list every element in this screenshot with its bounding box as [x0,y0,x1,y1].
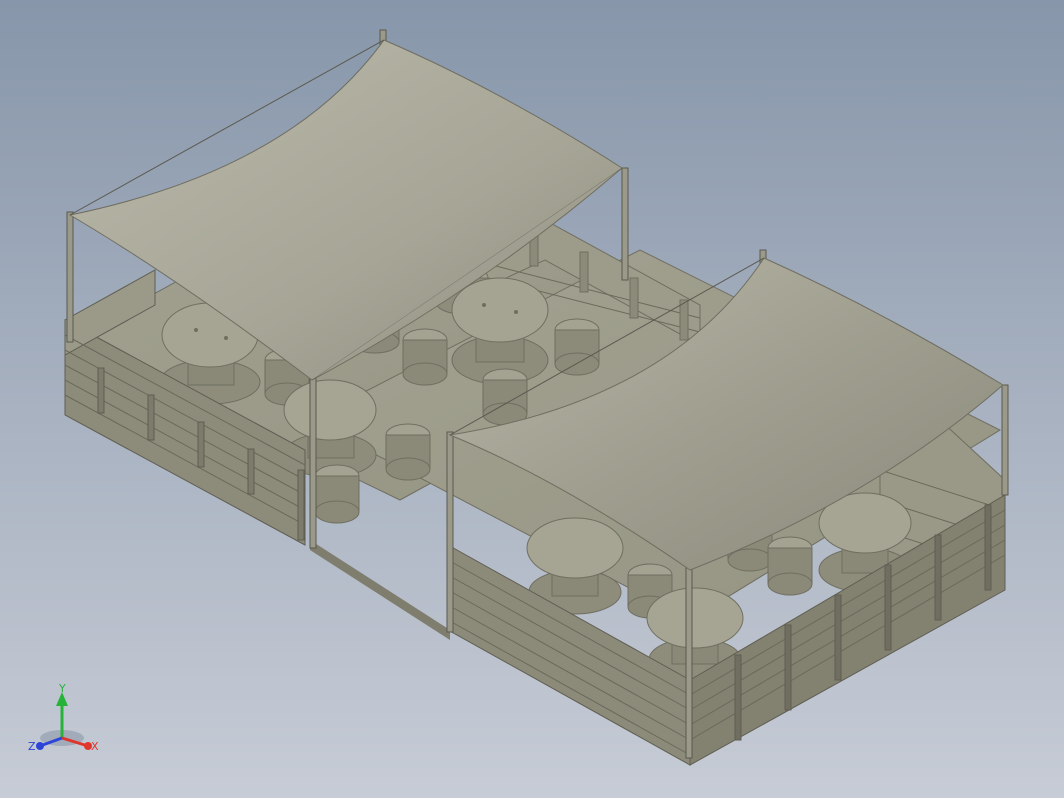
z-arrow-icon [36,742,44,750]
z-axis-label: Z [28,740,36,753]
y-axis-label: Y [58,682,66,695]
x-axis-label: X [91,740,99,753]
orientation-triad[interactable]: Y X Z [20,680,110,760]
model-view[interactable] [0,0,1064,798]
3d-viewport[interactable]: Y X Z [0,0,1064,798]
